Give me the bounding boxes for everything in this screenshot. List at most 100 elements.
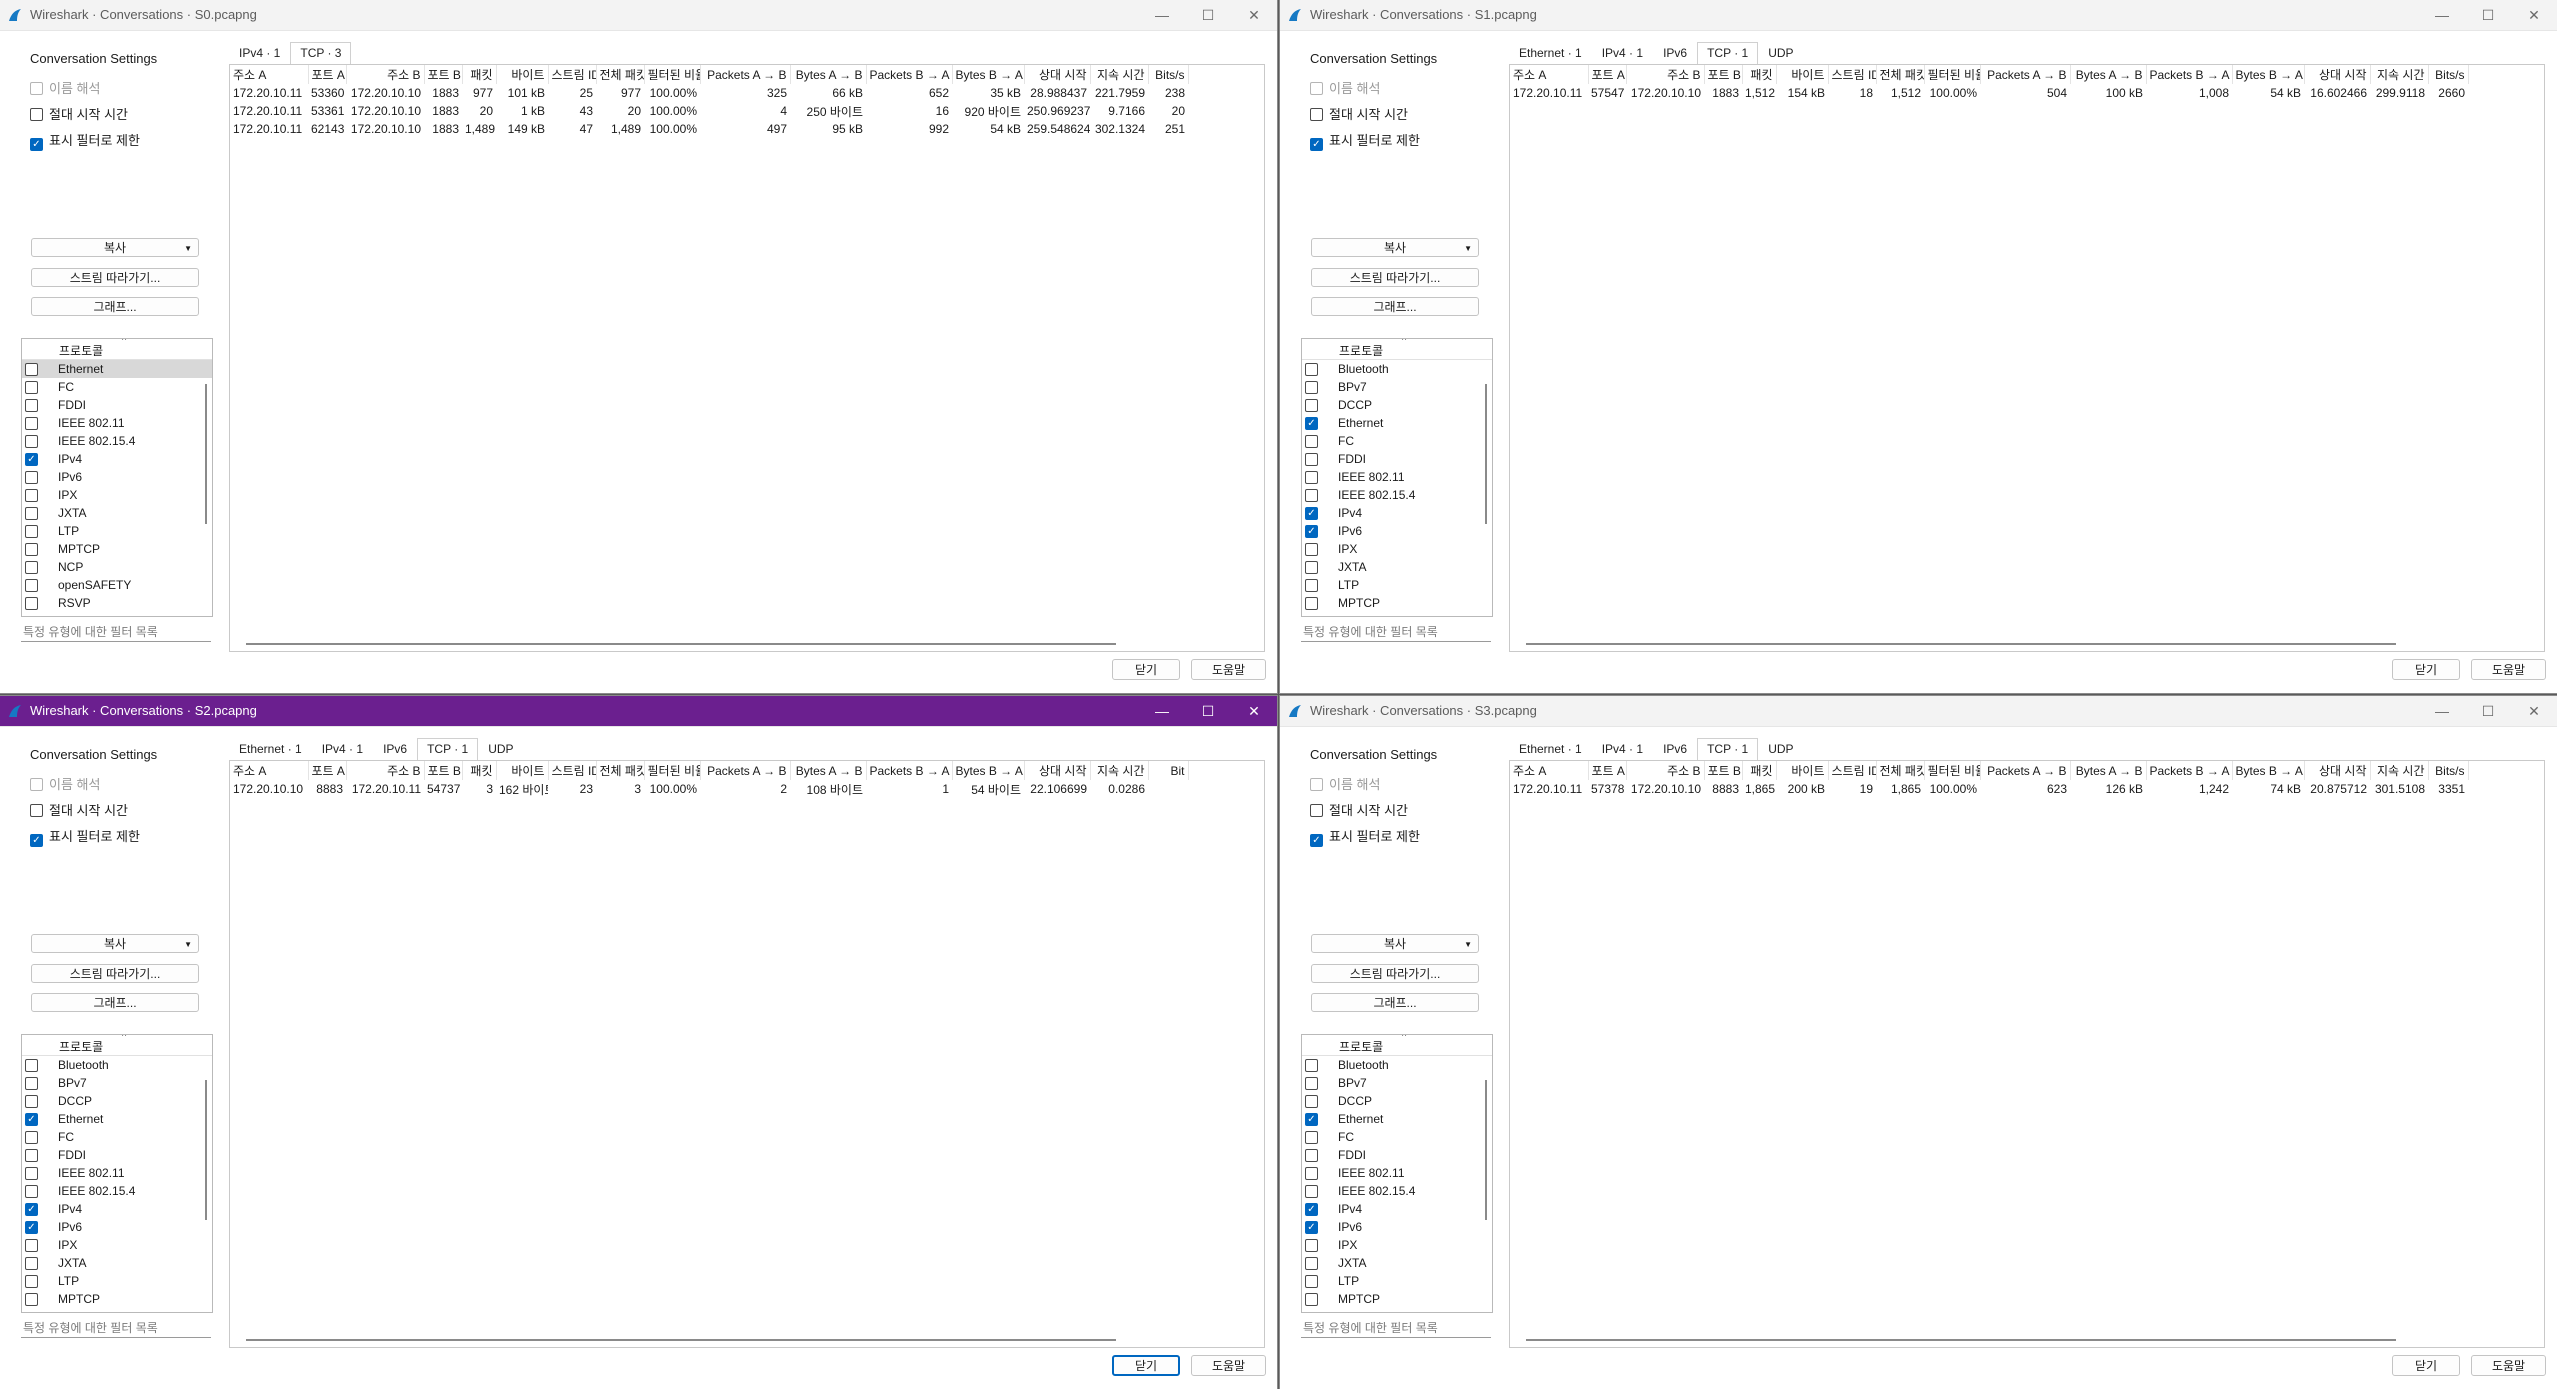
column-header[interactable]: 전체 패킷: [1876, 761, 1925, 780]
column-header[interactable]: 주소 B: [346, 761, 425, 780]
column-header[interactable]: 주소 A^: [1510, 65, 1589, 84]
protocol-checkbox[interactable]: [25, 1167, 38, 1180]
protocol-row[interactable]: DCCP: [1302, 396, 1492, 414]
protocol-row[interactable]: JXTA: [22, 1254, 212, 1272]
column-header[interactable]: Packets A → B: [1980, 65, 2071, 84]
protocol-checkbox[interactable]: [1305, 381, 1318, 394]
protocol-row[interactable]: IEEE 802.11: [1302, 468, 1492, 486]
protocol-checkbox[interactable]: [1305, 1185, 1318, 1198]
column-header[interactable]: Bits/s: [2428, 761, 2469, 780]
protocol-row[interactable]: JXTA: [22, 504, 212, 522]
protocol-row[interactable]: IEEE 802.11: [22, 1164, 212, 1182]
protocol-row[interactable]: FC: [1302, 432, 1492, 450]
column-header[interactable]: 지속 시간: [2370, 761, 2429, 780]
protocol-checkbox[interactable]: [1305, 1059, 1318, 1072]
horizontal-scrollbar[interactable]: [1526, 1339, 2396, 1341]
protocol-row[interactable]: IEEE 802.11: [22, 414, 212, 432]
maximize-button[interactable]: ☐: [1185, 0, 1231, 30]
protocol-list-header[interactable]: ^ 프로토콜: [1302, 339, 1492, 360]
protocol-list[interactable]: ^ 프로토콜 Ethernet FC FDDI IEEE 802.11 IEEE 802…: [21, 338, 213, 617]
close-button[interactable]: 닫기: [2392, 1355, 2460, 1376]
limit-display-filter-check[interactable]: ✓: [30, 834, 43, 847]
limit-display-filter-check[interactable]: ✓: [1310, 138, 1323, 151]
tab-1[interactable]: IPv4 · 1: [312, 738, 373, 760]
table-row[interactable]: 172.20.10.11 53361 172.20.10.10 1883 20 1 kB 4…: [230, 102, 1188, 120]
close-window-button[interactable]: ✕: [1231, 0, 1277, 30]
vertical-scrollbar[interactable]: [205, 1080, 207, 1220]
protocol-checkbox[interactable]: [25, 1275, 38, 1288]
protocol-checkbox[interactable]: ✓: [1305, 507, 1318, 520]
minimize-button[interactable]: —: [2419, 0, 2465, 30]
tab-2[interactable]: IPv6: [1653, 738, 1697, 760]
absolute-start-time-checkbox[interactable]: 절대 시작 시간: [30, 800, 128, 818]
protocol-row[interactable]: IPv6: [22, 468, 212, 486]
protocol-row[interactable]: MPTCP: [1302, 1290, 1492, 1308]
name-resolution-check[interactable]: [30, 778, 43, 791]
table-row[interactable]: 172.20.10.11 62143 172.20.10.10 1883 1,489 14…: [230, 120, 1188, 138]
tab-0[interactable]: Ethernet · 1: [1509, 738, 1592, 760]
column-header[interactable]: 상대 시작: [1024, 761, 1091, 780]
close-window-button[interactable]: ✕: [2511, 696, 2557, 726]
protocol-row[interactable]: ✓ Ethernet: [1302, 414, 1492, 432]
protocol-checkbox[interactable]: [25, 507, 38, 520]
copy-button[interactable]: 복사 ▼: [31, 238, 199, 257]
column-header[interactable]: 상대 시작: [2304, 761, 2371, 780]
limit-display-filter-checkbox[interactable]: ✓ 표시 필터로 제한: [30, 826, 140, 847]
name-resolution-check[interactable]: [1310, 82, 1323, 95]
protocol-row[interactable]: FDDI: [22, 396, 212, 414]
protocol-checkbox[interactable]: [1305, 489, 1318, 502]
column-header[interactable]: Bit: [1148, 761, 1189, 780]
protocol-checkbox[interactable]: ✓: [25, 453, 38, 466]
protocol-list[interactable]: ^ 프로토콜 Bluetooth BPv7 DCCP ✓ Ethernet FC FDDI I…: [1301, 1034, 1493, 1313]
title-bar[interactable]: Wireshark · Conversations · S2.pcapng — …: [0, 696, 1277, 727]
protocol-row[interactable]: LTP: [22, 1272, 212, 1290]
absolute-start-time-check[interactable]: [30, 108, 43, 121]
protocol-row[interactable]: DCCP: [1302, 1092, 1492, 1110]
protocol-list[interactable]: ^ 프로토콜 Bluetooth BPv7 DCCP ✓ Ethernet FC FDDI I…: [21, 1034, 213, 1313]
column-header[interactable]: Packets A → B: [700, 761, 791, 780]
protocol-row[interactable]: ✓ Ethernet: [1302, 1110, 1492, 1128]
column-header[interactable]: 지속 시간: [2370, 65, 2429, 84]
column-header[interactable]: 스트림 ID: [1828, 65, 1877, 84]
column-header[interactable]: Bytes B → A: [952, 761, 1025, 780]
copy-button[interactable]: 복사 ▼: [1311, 238, 1479, 257]
column-header[interactable]: Packets A → B: [1980, 761, 2071, 780]
close-window-button[interactable]: ✕: [2511, 0, 2557, 30]
column-header[interactable]: Bytes A → B: [790, 761, 867, 780]
protocol-row[interactable]: IEEE 802.11: [1302, 1164, 1492, 1182]
column-header[interactable]: 전체 패킷: [1876, 65, 1925, 84]
name-resolution-check[interactable]: [30, 82, 43, 95]
column-header[interactable]: Bytes B → A: [952, 65, 1025, 84]
protocol-checkbox[interactable]: [25, 1185, 38, 1198]
horizontal-scrollbar[interactable]: [246, 643, 1116, 645]
follow-stream-button[interactable]: 스트림 따라가기...: [1311, 964, 1479, 983]
tab-3[interactable]: TCP · 1: [1697, 738, 1759, 761]
name-resolution-checkbox[interactable]: 이름 해석: [1310, 774, 1380, 792]
column-header[interactable]: 상대 시작: [1024, 65, 1091, 84]
column-header[interactable]: 주소 B: [1626, 65, 1705, 84]
tab-2[interactable]: IPv6: [1653, 42, 1697, 64]
vertical-scrollbar[interactable]: [205, 384, 207, 524]
maximize-button[interactable]: ☐: [2465, 0, 2511, 30]
absolute-start-time-check[interactable]: [1310, 108, 1323, 121]
column-header[interactable]: 패킷: [462, 761, 497, 780]
protocol-checkbox[interactable]: [25, 597, 38, 610]
column-header[interactable]: Packets B → A: [2146, 761, 2233, 780]
help-button[interactable]: 도움말: [2471, 1355, 2546, 1376]
column-header[interactable]: 주소 A^: [1510, 761, 1589, 780]
horizontal-scrollbar[interactable]: [246, 1339, 1116, 1341]
column-header[interactable]: 지속 시간: [1090, 761, 1149, 780]
protocol-list-header[interactable]: ^ 프로토콜: [1302, 1035, 1492, 1056]
column-header[interactable]: 바이트: [496, 761, 549, 780]
graph-button[interactable]: 그래프...: [1311, 993, 1479, 1012]
minimize-button[interactable]: —: [1139, 0, 1185, 30]
column-header[interactable]: Packets B → A: [866, 65, 953, 84]
column-header[interactable]: 스트림 ID: [548, 65, 597, 84]
column-header[interactable]: 포트 A: [1588, 761, 1627, 780]
column-header[interactable]: 스트림 ID: [1828, 761, 1877, 780]
protocol-list[interactable]: ^ 프로토콜 Bluetooth BPv7 DCCP ✓ Ethernet FC FDDI I…: [1301, 338, 1493, 617]
tab-1[interactable]: TCP · 3: [290, 42, 352, 65]
protocol-row[interactable]: MPTCP: [1302, 594, 1492, 612]
protocol-filter-input[interactable]: [21, 623, 211, 642]
absolute-start-time-checkbox[interactable]: 절대 시작 시간: [1310, 104, 1408, 122]
